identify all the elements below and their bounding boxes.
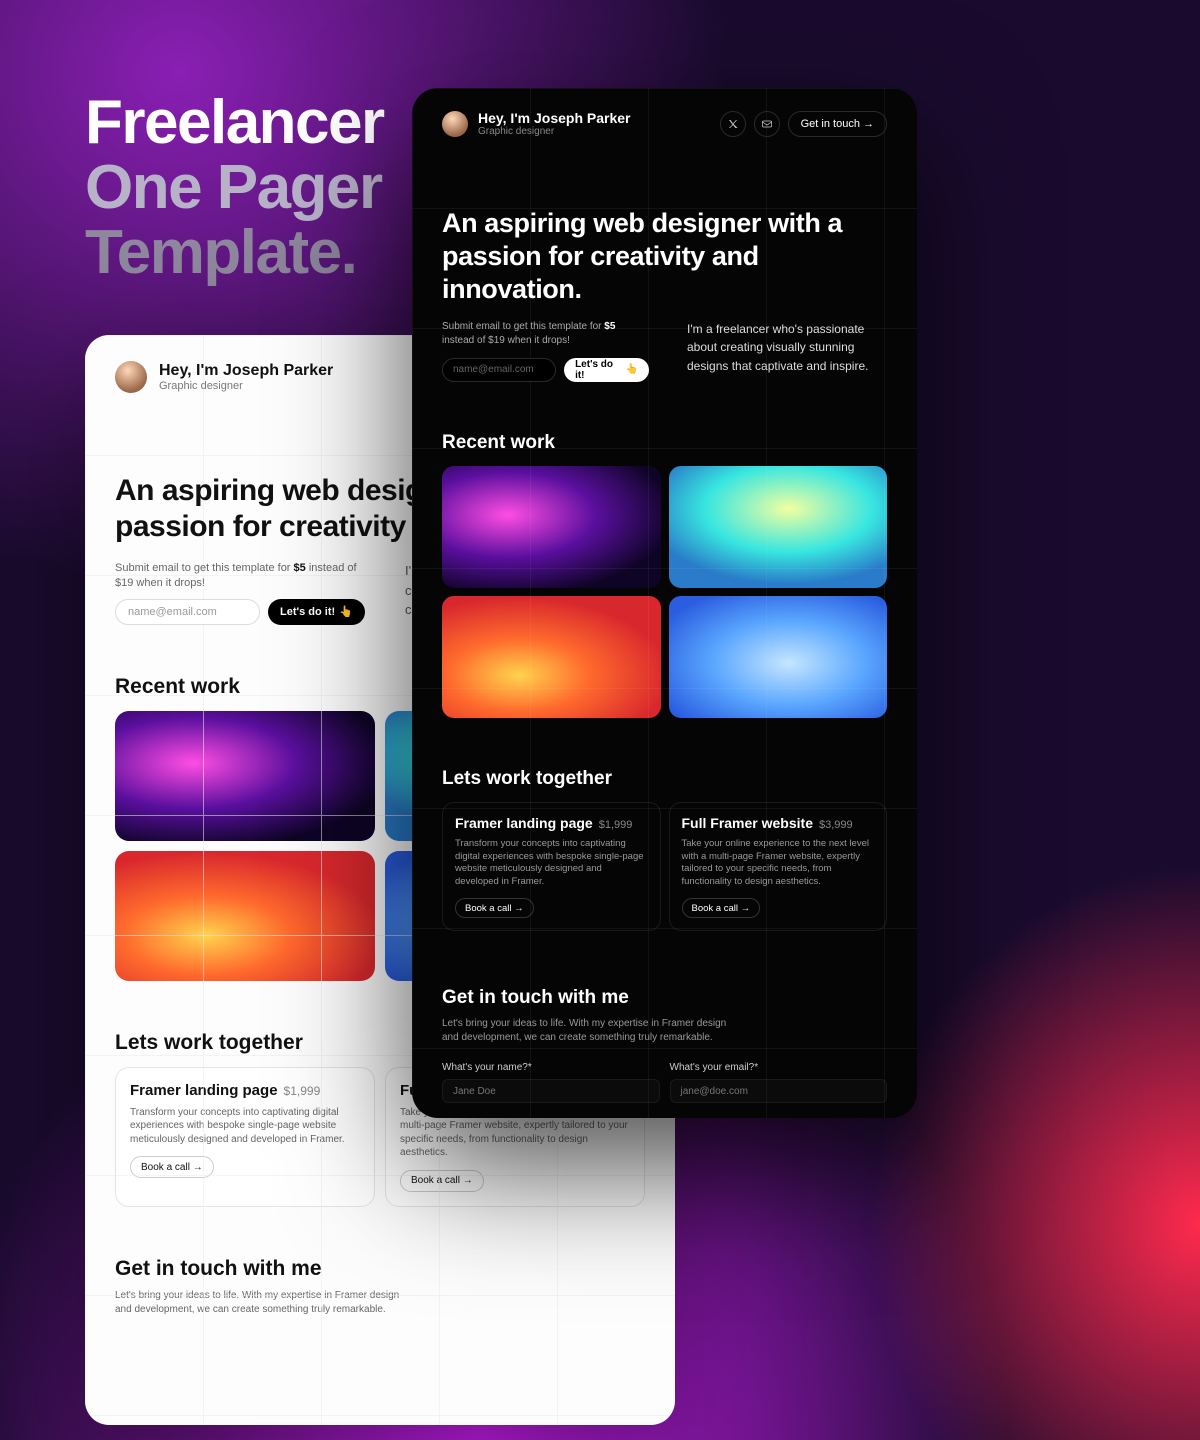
section-lets-work: Lets work together: [412, 718, 917, 802]
section-contact: Get in touch with me: [412, 931, 917, 1021]
offer-card: Full Framer website$3,999 Take your onli…: [669, 802, 888, 931]
get-in-touch-button[interactable]: Get in touch →: [788, 111, 887, 137]
work-thumb[interactable]: [115, 711, 375, 841]
offer-card: Framer landing page$1,999 Transform your…: [442, 802, 661, 931]
book-call-button[interactable]: Book a call →: [682, 898, 761, 918]
greeting: Hey, I'm Joseph Parker: [159, 362, 333, 380]
contact-sub: Let's bring your ideas to life. With my …: [85, 1289, 445, 1317]
twitter-icon[interactable]: [720, 111, 746, 137]
greeting: Hey, I'm Joseph Parker: [478, 110, 630, 126]
contact-email-input[interactable]: jane@doe.com: [670, 1079, 888, 1103]
submit-button[interactable]: Let's do it!👆: [564, 358, 649, 382]
avatar: [115, 361, 147, 393]
work-thumb[interactable]: [669, 466, 888, 588]
section-contact: Get in touch with me: [85, 1207, 675, 1293]
submit-button[interactable]: Let's do it!👆: [268, 599, 365, 625]
avatar: [442, 111, 468, 137]
work-thumb[interactable]: [669, 596, 888, 718]
hero-blurb: I'm a freelancer who's passionate about …: [687, 320, 887, 382]
name-label: What's your name?*: [442, 1062, 532, 1073]
hero-headline: An aspiring web designer with a passion …: [442, 207, 887, 306]
book-call-button[interactable]: Book a call →: [130, 1156, 214, 1178]
work-thumb[interactable]: [442, 466, 661, 588]
promo-text: Submit email to get this template for $5…: [115, 561, 375, 591]
book-call-button[interactable]: Book a call →: [455, 898, 534, 918]
email-input[interactable]: name@email.com: [115, 599, 260, 625]
book-call-button[interactable]: Book a call →: [400, 1170, 484, 1192]
promo-text: Submit email to get this template for $5…: [442, 320, 649, 348]
preview-dark: Hey, I'm Joseph Parker Graphic designer …: [412, 88, 917, 1118]
name-input[interactable]: Jane Doe: [442, 1079, 660, 1103]
section-recent-work: Recent work: [412, 382, 917, 466]
offer-card: Framer landing page$1,999 Transform your…: [115, 1067, 375, 1207]
mail-icon[interactable]: [754, 111, 780, 137]
page-title: Freelancer One Pager Template.: [85, 90, 384, 285]
role: Graphic designer: [478, 126, 630, 137]
work-thumb[interactable]: [442, 596, 661, 718]
email-label: What's your email?*: [670, 1062, 759, 1073]
contact-sub: Let's bring your ideas to life. With my …: [412, 1017, 772, 1045]
work-thumb[interactable]: [115, 851, 375, 981]
role: Graphic designer: [159, 380, 333, 392]
email-input[interactable]: name@email.com: [442, 358, 556, 382]
